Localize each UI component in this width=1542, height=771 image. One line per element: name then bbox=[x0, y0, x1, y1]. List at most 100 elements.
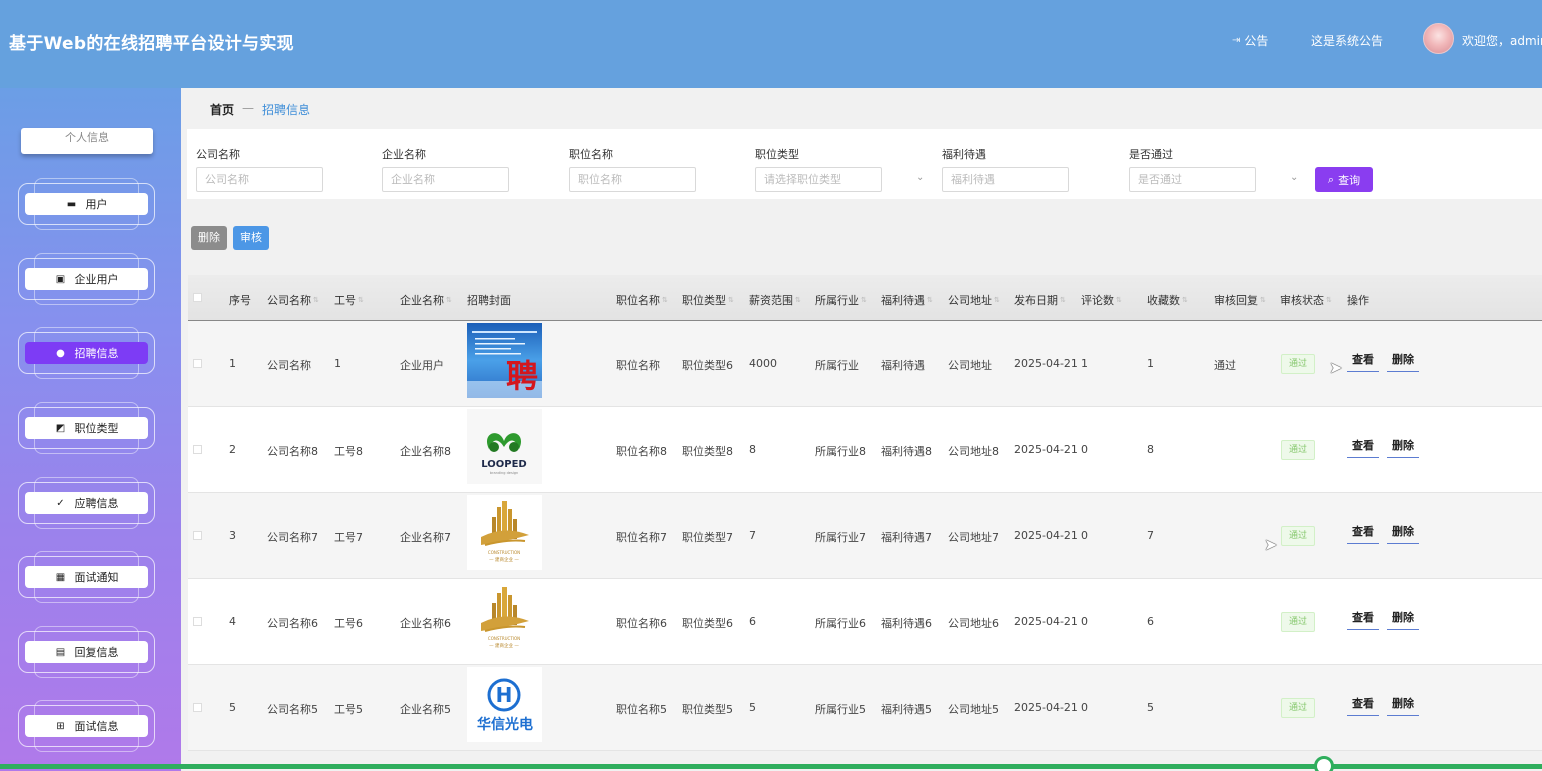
field-label: 职位类型 bbox=[755, 148, 799, 161]
sidebar-item-interview-info[interactable]: ⊞ 面试信息 bbox=[18, 700, 155, 752]
row-checkbox[interactable] bbox=[193, 445, 202, 454]
column-header[interactable]: 评论数 ⇅ bbox=[1081, 292, 1122, 308]
person-icon: ● bbox=[56, 347, 65, 359]
table-cell: 福利待遇7 bbox=[881, 531, 932, 544]
column-header[interactable]: 公司名称 ⇅ bbox=[267, 292, 319, 308]
view-button[interactable]: 查看 bbox=[1347, 523, 1379, 544]
table-cell: 2025-04-21 bbox=[1014, 615, 1078, 628]
table-cell: 工号6 bbox=[334, 617, 363, 630]
squares-icon: ⊞ bbox=[56, 720, 65, 732]
search-button[interactable]: ⌕ 查询 bbox=[1315, 167, 1373, 192]
mouse-pointer-icon: ➤ bbox=[1264, 535, 1278, 554]
column-header[interactable]: 企业名称 ⇅ bbox=[400, 292, 452, 308]
sort-icon[interactable]: ⇅ bbox=[1182, 296, 1188, 304]
approved-select[interactable]: 是否通过 bbox=[1129, 167, 1256, 192]
delete-button[interactable]: 删除 bbox=[1387, 351, 1419, 372]
column-header-label: 审核状态 bbox=[1280, 294, 1324, 307]
table-cell: 2025-04-21 bbox=[1014, 443, 1078, 456]
sort-icon[interactable]: ⇅ bbox=[728, 296, 734, 304]
column-header-label: 公司名称 bbox=[267, 294, 311, 307]
sidebar-item-reply-info[interactable]: ▤ 回复信息 bbox=[18, 626, 155, 678]
table-cell: 公司名称8 bbox=[267, 445, 318, 458]
table-cell: 2025-04-21 bbox=[1014, 529, 1078, 542]
view-button[interactable]: 查看 bbox=[1347, 695, 1379, 716]
sort-icon[interactable]: ⇅ bbox=[662, 296, 668, 304]
sidebar-item-label: 面试通知 bbox=[74, 571, 119, 584]
welfare-input[interactable]: 福利待遇 bbox=[942, 167, 1069, 192]
column-header[interactable]: 职位名称 ⇅ bbox=[616, 292, 668, 308]
sidebar-item-users[interactable]: ▬ 用户 bbox=[18, 178, 155, 230]
view-button[interactable]: 查看 bbox=[1347, 351, 1379, 372]
position-name-input[interactable]: 职位名称 bbox=[569, 167, 696, 192]
sidebar-item-position-types[interactable]: ◩ 职位类型 bbox=[18, 402, 155, 454]
table-cell: 福利待遇5 bbox=[881, 703, 932, 716]
position-type-select[interactable]: 请选择职位类型 bbox=[755, 167, 882, 192]
column-header[interactable]: 工号 ⇅ bbox=[334, 292, 364, 308]
row-checkbox[interactable] bbox=[193, 703, 202, 712]
sidebar-item-recruitment[interactable]: ● 招聘信息 bbox=[18, 327, 155, 379]
audit-button[interactable]: 审核 bbox=[233, 226, 269, 250]
sort-icon[interactable]: ⇅ bbox=[1326, 296, 1332, 304]
company-name-input[interactable]: 公司名称 bbox=[196, 167, 323, 192]
column-header-label: 评论数 bbox=[1081, 294, 1114, 307]
column-header-label: 所属行业 bbox=[815, 294, 859, 307]
sort-icon[interactable]: ⇅ bbox=[1260, 296, 1266, 304]
row-checkbox[interactable] bbox=[193, 359, 202, 368]
view-button[interactable]: 查看 bbox=[1347, 437, 1379, 458]
profile-button[interactable]: 个人信息 bbox=[21, 128, 153, 154]
table-cell: 公司地址6 bbox=[948, 617, 999, 630]
row-checkbox[interactable] bbox=[193, 617, 202, 626]
horizontal-scrollbar[interactable] bbox=[0, 764, 1542, 769]
view-button[interactable]: 查看 bbox=[1347, 609, 1379, 630]
sidebar-item-applications[interactable]: ✓ 应聘信息 bbox=[18, 477, 155, 529]
column-header[interactable]: 职位类型 ⇅ bbox=[682, 292, 734, 308]
table-cell: 公司名称6 bbox=[267, 617, 318, 630]
column-header-label: 序号 bbox=[229, 294, 251, 307]
sort-icon[interactable]: ⇅ bbox=[313, 296, 319, 304]
column-header-label: 职位类型 bbox=[682, 294, 726, 307]
column-header[interactable]: 所属行业 ⇅ bbox=[815, 292, 867, 308]
table-cell: 企业名称7 bbox=[400, 531, 451, 544]
table-cell: 1 bbox=[1081, 357, 1088, 370]
table-cell: 4000 bbox=[749, 357, 777, 370]
bulk-actions: 删除 审核 bbox=[191, 226, 269, 250]
table-cell: 0 bbox=[1081, 701, 1088, 714]
user-card-icon: ▬ bbox=[66, 198, 77, 210]
avatar[interactable] bbox=[1423, 23, 1454, 54]
chevron-down-icon[interactable]: ⌄ bbox=[916, 172, 924, 183]
breadcrumb-home[interactable]: 首页 bbox=[210, 101, 234, 118]
sort-icon[interactable]: ⇅ bbox=[1116, 296, 1122, 304]
delete-button[interactable]: 删除 bbox=[1387, 609, 1419, 630]
column-header-label: 职位名称 bbox=[616, 294, 660, 307]
notice-link[interactable]: ⇥ 公告 bbox=[1232, 32, 1268, 49]
sort-icon[interactable]: ⇅ bbox=[446, 296, 452, 304]
chevron-down-icon[interactable]: ⌄ bbox=[1290, 172, 1298, 183]
enterprise-name-input[interactable]: 企业名称 bbox=[382, 167, 509, 192]
sort-icon[interactable]: ⇅ bbox=[927, 296, 933, 304]
bulk-delete-button[interactable]: 删除 bbox=[191, 226, 227, 250]
scrollbar-handle[interactable] bbox=[1314, 756, 1334, 771]
sidebar-item-label: 企业用户 bbox=[74, 273, 119, 286]
column-header[interactable]: 薪资范围 ⇅ bbox=[749, 292, 801, 308]
table-cell: 福利待遇 bbox=[881, 359, 925, 372]
table-cell: 0 bbox=[1081, 443, 1088, 456]
column-header[interactable]: 收藏数 ⇅ bbox=[1147, 292, 1188, 308]
row-checkbox[interactable] bbox=[193, 531, 202, 540]
sidebar-item-interview-notice[interactable]: ▦ 面试通知 bbox=[18, 551, 155, 603]
column-header[interactable]: 审核回复 ⇅ bbox=[1214, 292, 1266, 308]
delete-button[interactable]: 删除 bbox=[1387, 695, 1419, 716]
svg-text:branding design: branding design bbox=[490, 471, 518, 475]
sort-icon[interactable]: ⇅ bbox=[795, 296, 801, 304]
sort-icon[interactable]: ⇅ bbox=[358, 296, 364, 304]
delete-button[interactable]: 删除 bbox=[1387, 437, 1419, 458]
column-header[interactable]: 审核状态 ⇅ bbox=[1280, 292, 1332, 308]
sort-icon[interactable]: ⇅ bbox=[1060, 296, 1066, 304]
column-header[interactable]: 福利待遇 ⇅ bbox=[881, 292, 933, 308]
column-header[interactable]: 公司地址 ⇅ bbox=[948, 292, 1000, 308]
column-header[interactable]: 发布日期 ⇅ bbox=[1014, 292, 1066, 308]
delete-button[interactable]: 删除 bbox=[1387, 523, 1419, 544]
sort-icon[interactable]: ⇅ bbox=[994, 296, 1000, 304]
sort-icon[interactable]: ⇅ bbox=[861, 296, 867, 304]
sidebar-item-enterprise-users[interactable]: ▣ 企业用户 bbox=[18, 253, 155, 305]
select-all-checkbox[interactable] bbox=[193, 293, 202, 302]
